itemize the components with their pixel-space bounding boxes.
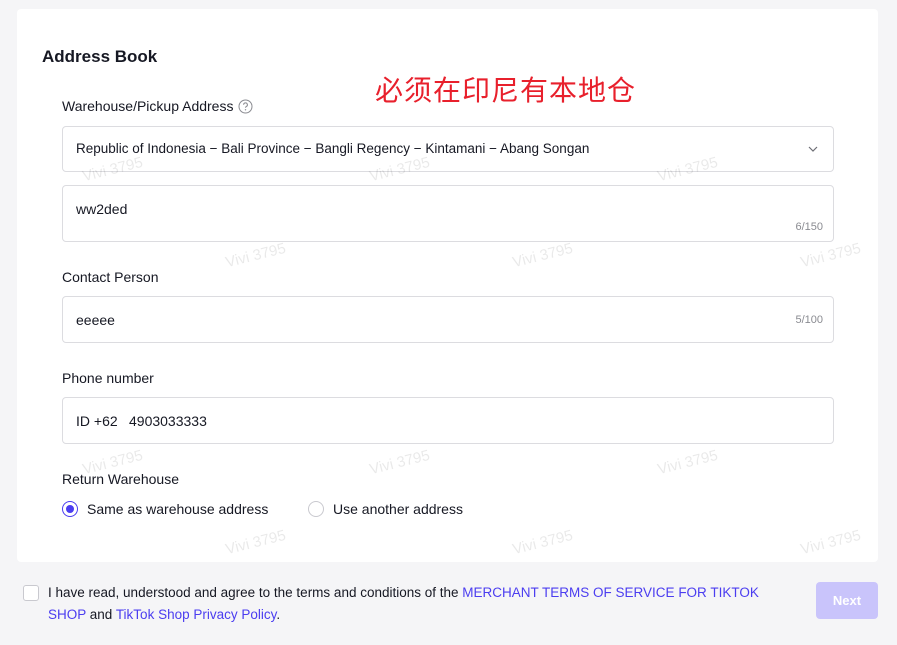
warehouse-label-text: Warehouse/Pickup Address <box>62 98 234 114</box>
terms-text: I have read, understood and agree to the… <box>48 582 768 626</box>
detail-address-counter: 6/150 <box>795 221 823 233</box>
phone-number-label: Phone number <box>62 370 154 386</box>
watermark: Vivi 3795 <box>510 239 575 272</box>
watermark: Vivi 3795 <box>223 526 288 559</box>
radio-checked-icon <box>62 501 78 517</box>
watermark: Vivi 3795 <box>510 526 575 559</box>
watermark: Vivi 3795 <box>798 526 863 559</box>
warehouse-label: Warehouse/Pickup Address <box>62 98 253 114</box>
next-button[interactable]: Next <box>816 582 878 619</box>
radio-unchecked-icon <box>308 501 324 517</box>
radio-use-another-address[interactable]: Use another address <box>308 501 463 517</box>
return-warehouse-label: Return Warehouse <box>62 471 179 487</box>
detail-address-value: ww2ded <box>76 201 128 217</box>
contact-person-label: Contact Person <box>62 269 159 285</box>
watermark: Vivi 3795 <box>798 239 863 272</box>
radio-label: Use another address <box>333 501 463 517</box>
watermark: Vivi 3795 <box>655 446 720 479</box>
contact-person-value: eeeee <box>76 312 115 328</box>
watermark: Vivi 3795 <box>367 446 432 479</box>
chevron-down-icon <box>808 146 818 152</box>
phone-number-input[interactable]: ID +62 4903033333 <box>62 397 834 444</box>
section-title: Address Book <box>42 47 158 66</box>
contact-person-counter: 5/100 <box>795 314 823 326</box>
watermark: Vivi 3795 <box>223 239 288 272</box>
terms-checkbox[interactable] <box>23 585 39 601</box>
privacy-policy-link[interactable]: TikTok Shop Privacy Policy <box>116 607 277 622</box>
radio-label: Same as warehouse address <box>87 501 269 517</box>
annotation-text: 必须在印尼有本地仓 <box>375 74 637 107</box>
address-book-card: Address Book 必须在印尼有本地仓 Warehouse/Pickup … <box>17 9 878 562</box>
contact-person-input[interactable]: eeeee 5/100 <box>62 296 834 343</box>
terms-prefix: I have read, understood and agree to the… <box>48 585 463 600</box>
terms-middle: and <box>86 607 116 622</box>
country-code[interactable]: ID +62 <box>76 413 118 429</box>
terms-suffix: . <box>276 607 281 622</box>
radio-same-as-warehouse[interactable]: Same as warehouse address <box>62 501 268 517</box>
phone-number-value: 4903033333 <box>129 413 207 429</box>
region-select[interactable]: Republic of Indonesia − Bali Province − … <box>62 126 834 172</box>
detail-address-input[interactable]: ww2ded 6/150 <box>62 185 834 242</box>
help-icon[interactable] <box>238 99 253 114</box>
region-select-value: Republic of Indonesia − Bali Province − … <box>76 141 590 156</box>
